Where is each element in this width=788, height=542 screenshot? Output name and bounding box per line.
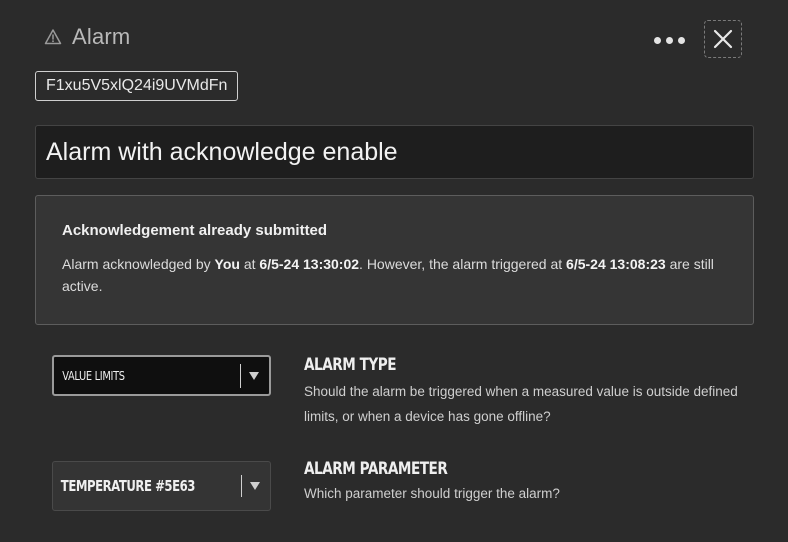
warning-icon — [44, 28, 62, 46]
more-dot — [677, 36, 685, 44]
ack-text-at: at — [239, 256, 260, 272]
ack-time: 6/5-24 13:30:02 — [259, 256, 360, 272]
acknowledgement-text: Alarm acknowledged by You at 6/5-24 13:3… — [62, 253, 727, 297]
alarm-type-label: Alarm type — [304, 355, 397, 375]
alarm-name-input[interactable] — [35, 125, 754, 179]
ack-user: You — [214, 256, 240, 272]
more-horizontal-icon — [653, 36, 661, 44]
ack-text-middle: . However, the alarm triggered at — [359, 256, 567, 272]
close-button[interactable] — [704, 20, 742, 58]
alarm-panel: Alarm F1xu5V5xlQ24i9UVMdFn Acknowledgeme… — [0, 0, 788, 542]
alarm-parameter-label: Alarm parameter — [304, 459, 448, 479]
select-divider — [240, 363, 241, 388]
panel-header: Alarm — [44, 24, 130, 50]
acknowledgement-heading: Acknowledgement already submitted — [62, 222, 328, 239]
more-options-button[interactable] — [648, 26, 690, 54]
alarm-parameter-info: Alarm parameter Which parameter should t… — [304, 459, 744, 506]
panel-title: Alarm — [72, 24, 131, 49]
alarm-type-select[interactable]: Value limits — [52, 355, 271, 396]
chevron-down-icon — [249, 371, 259, 380]
chevron-down-icon — [250, 482, 260, 490]
alarm-id-badge[interactable]: F1xu5V5xlQ24i9UVMdFn — [35, 71, 239, 101]
more-dot — [665, 36, 673, 44]
acknowledgement-notice: Acknowledgement already submitted Alarm … — [35, 195, 754, 325]
ack-text-prefix: Alarm acknowledged by — [62, 256, 215, 272]
alarm-type-info: Alarm type Should the alarm be triggered… — [304, 355, 744, 429]
alarm-type-description: Should the alarm be triggered when a mea… — [304, 384, 738, 424]
trigger-time: 6/5-24 13:08:23 — [566, 256, 666, 272]
alarm-parameter-select[interactable]: Temperature #5E63 — [52, 461, 271, 511]
alarm-parameter-selected: Temperature #5E63 — [60, 477, 196, 495]
close-icon — [713, 29, 733, 49]
select-divider — [241, 475, 242, 497]
alarm-type-selected: Value limits — [62, 368, 125, 383]
alarm-parameter-description: Which parameter should trigger the alarm… — [304, 486, 560, 501]
